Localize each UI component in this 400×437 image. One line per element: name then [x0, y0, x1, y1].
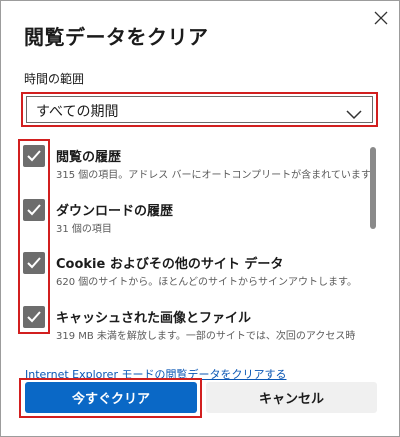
time-range-select[interactable]: すべての期間 [26, 96, 373, 123]
checkbox-download-history[interactable] [23, 199, 45, 221]
checkbox-cache[interactable] [23, 306, 45, 328]
item-title: 閲覧の履歴 [56, 150, 122, 165]
checkbox-cookies[interactable] [23, 252, 45, 274]
close-icon[interactable] [371, 8, 391, 28]
clear-browsing-data-dialog: 閲覧データをクリア 時間の範囲 すべての期間 閲覧の履歴 315 個の項目。アド… [0, 0, 400, 437]
checkmark-icon [27, 257, 41, 269]
item-title: キャッシュされた画像とファイル [56, 311, 252, 326]
chevron-down-icon [346, 105, 362, 120]
item-description: 620 個のサイトから。ほとんどのサイトからサインアウトします。 [56, 277, 357, 288]
dialog-title: 閲覧データをクリア [24, 25, 209, 49]
checkmark-icon [27, 204, 41, 216]
scrollbar-thumb[interactable] [370, 147, 376, 229]
time-range-label: 時間の範囲 [24, 72, 85, 86]
item-title: ダウンロードの履歴 [56, 204, 174, 219]
item-description: 319 MB 未満を解放します。一部のサイトでは、次回のアクセス時 [56, 331, 356, 342]
time-range-value: すべての期間 [36, 104, 119, 120]
item-description: 31 個の項目 [56, 224, 112, 235]
cancel-button[interactable]: キャンセル [206, 382, 377, 413]
item-title: Cookie およびその他のサイト データ [56, 257, 284, 272]
checkbox-highlight [18, 139, 50, 334]
checkbox-browsing-history[interactable] [23, 145, 45, 167]
checkmark-icon [27, 311, 41, 323]
checkmark-icon [27, 150, 41, 162]
item-description: 315 個の項目。アドレス バーにオートコンプリートが含まれています。 [56, 170, 380, 181]
clear-now-button[interactable]: 今すぐクリア [25, 382, 197, 413]
